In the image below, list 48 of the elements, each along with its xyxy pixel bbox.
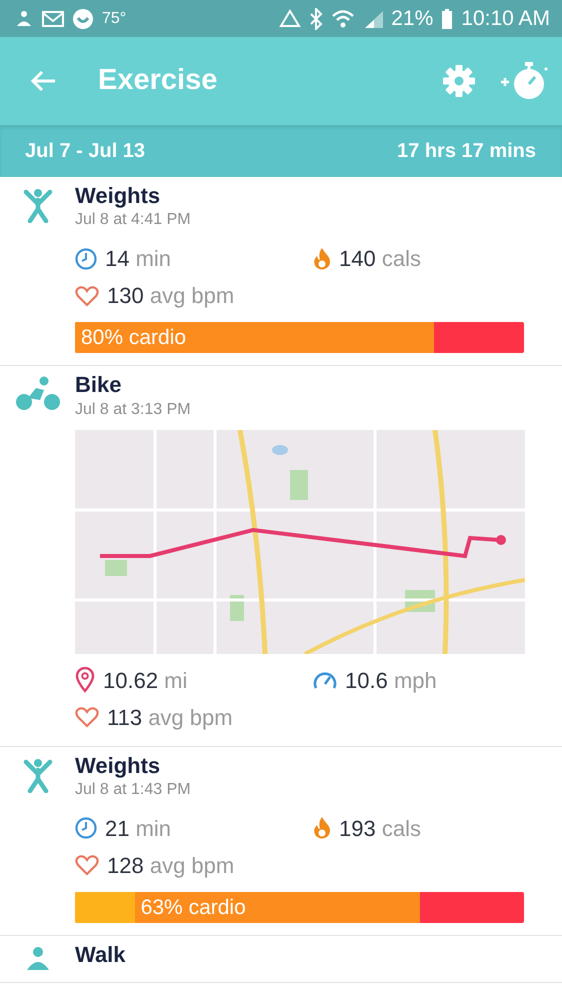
stat-value: 128 avg bpm [107,852,234,880]
stat-value: 140 cals [339,245,421,274]
heart-icon [75,854,99,876]
arms-raised-figure-icon [22,187,52,223]
clock-text: 10:10 AM [461,6,550,32]
activity-time: Jul 8 at 1:43 PM [75,780,192,800]
heart-icon [75,284,99,307]
settings-icon [442,64,476,98]
stat-value: 10.6 mph [345,666,437,695]
heart-zone-label: 80% cardio [80,325,186,352]
heart-zone-label: 63% cardio [140,894,246,921]
mail-icon [42,10,64,28]
speedometer-icon [313,670,337,690]
back-button[interactable] [30,69,56,93]
flame-icon [313,246,331,271]
notification-icon [14,8,34,28]
bluetooth-icon [309,8,324,30]
activity-time: Jul 8 at 4:41 PM [75,210,192,230]
location-pin-icon [75,667,95,694]
activity-title: Walk [75,942,127,968]
activity-time: Jul 8 at 3:13 PM [75,400,192,420]
cyclist-icon [14,376,62,412]
activity-title: Weights [75,183,162,208]
battery-percent-text: 21% [391,6,434,32]
screen-title: Exercise [98,63,218,98]
back-arrow-icon [30,70,56,92]
total-time-text: 17 hrs 17 mins [397,139,536,164]
activity-title: Weights [75,752,162,778]
date-range-text: Jul 7 - Jul 13 [25,139,146,164]
battery-icon [441,8,454,30]
stat-value: 14 min [105,245,172,274]
clock-icon [75,248,97,270]
arms-raised-figure-icon [22,756,52,793]
stat-value: 130 avg bpm [107,282,234,310]
add-stopwatch-icon [500,61,548,101]
activity-title: Bike [75,372,122,398]
add-exercise-button[interactable] [500,61,548,101]
wifi-icon [331,8,356,28]
signal-icon [363,10,384,28]
stat-value: 113 avg bpm [107,704,233,732]
heart-icon [75,706,99,728]
temperature-text: 75° [102,8,126,28]
settings-button[interactable] [442,64,476,98]
flame-icon [313,816,331,840]
stat-value: 10.62 mi [103,666,188,695]
stat-value: 193 cals [339,814,421,843]
stat-value: 21 min [105,814,172,843]
clock-icon [75,817,97,840]
